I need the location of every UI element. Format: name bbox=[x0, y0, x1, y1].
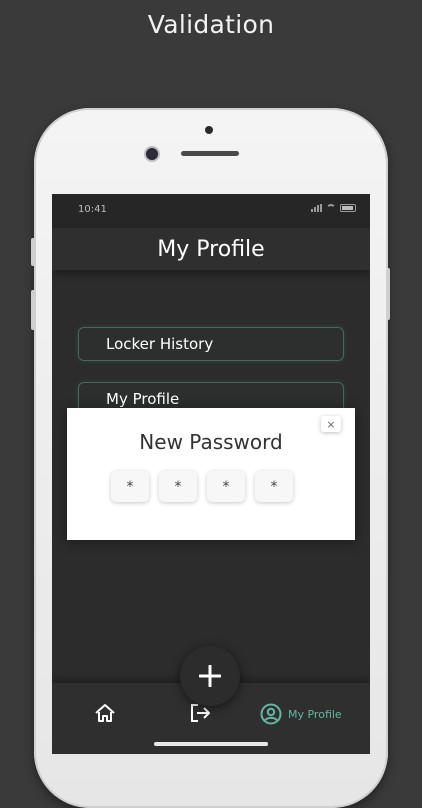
close-icon: × bbox=[326, 417, 336, 431]
signal-icon bbox=[311, 204, 322, 212]
pin-digit-1[interactable] bbox=[111, 471, 149, 502]
locker-history-button[interactable]: Locker History bbox=[78, 327, 344, 361]
pin-digit-4[interactable] bbox=[255, 471, 293, 502]
camera-lens bbox=[146, 148, 158, 160]
status-bar: 10:41 bbox=[52, 194, 370, 228]
battery-icon bbox=[340, 204, 356, 212]
power-button bbox=[386, 268, 390, 320]
logout-icon bbox=[191, 704, 210, 722]
tab-home[interactable] bbox=[94, 703, 116, 723]
dialog-title: New Password bbox=[139, 430, 283, 454]
side-button bbox=[31, 238, 35, 266]
front-camera bbox=[205, 126, 213, 134]
status-icons bbox=[311, 204, 356, 212]
plus-icon bbox=[199, 665, 221, 687]
tab-my-profile-label: My Profile bbox=[288, 707, 342, 721]
user-circle-icon bbox=[260, 703, 282, 725]
wifi-icon bbox=[326, 204, 336, 212]
my-profile-label: My Profile bbox=[106, 390, 180, 408]
pin-digit-2[interactable] bbox=[159, 471, 197, 502]
new-password-dialog: × New Password bbox=[67, 408, 355, 540]
pin-input-row bbox=[111, 471, 293, 502]
earpiece-speaker bbox=[181, 151, 239, 156]
page-title: My Profile bbox=[157, 236, 265, 262]
app-header: My Profile bbox=[52, 228, 370, 270]
status-time: 10:41 bbox=[78, 204, 107, 215]
screenshot-caption: Validation bbox=[147, 10, 275, 39]
home-icon bbox=[95, 704, 115, 722]
add-button[interactable] bbox=[180, 646, 240, 706]
pin-digit-3[interactable] bbox=[207, 471, 245, 502]
volume-up-button bbox=[31, 290, 35, 330]
home-indicator bbox=[154, 742, 268, 746]
tab-my-profile[interactable]: My Profile bbox=[260, 703, 342, 725]
tab-logout[interactable] bbox=[189, 703, 211, 723]
locker-history-label: Locker History bbox=[106, 335, 214, 353]
